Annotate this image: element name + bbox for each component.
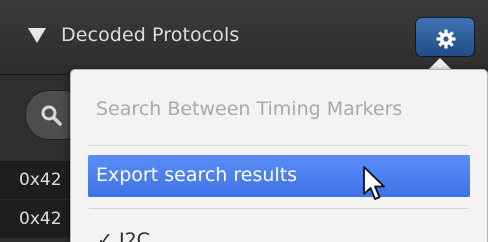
row-value: 0x42 [19, 170, 62, 190]
settings-dropdown-menu: Search Between Timing Markers Export sea… [70, 69, 488, 242]
menu-separator [89, 145, 469, 146]
menu-item-search-between-markers: Search Between Timing Markers [96, 98, 403, 120]
decoded-protocols-panel: Decoded Protocols 0x42 0x42 Search Betwe… [0, 0, 488, 242]
menu-item-export-search-results[interactable]: Export search results [88, 155, 470, 197]
table-row[interactable]: 0x42 [0, 200, 80, 239]
table-row[interactable]: 0x42 [0, 161, 80, 200]
menu-separator [89, 208, 469, 209]
collapse-triangle-icon[interactable] [28, 28, 46, 43]
row-value: 0x42 [19, 209, 62, 229]
menu-item-i2c[interactable]: ✓ I2C [97, 229, 150, 242]
panel-header: Decoded Protocols [0, 0, 488, 75]
magnifier-icon [41, 105, 62, 126]
menu-item-label: Export search results [96, 164, 298, 186]
gear-icon [436, 29, 456, 49]
pointer-cursor-icon [363, 166, 385, 200]
settings-button[interactable] [415, 17, 475, 57]
panel-title: Decoded Protocols [61, 24, 240, 46]
